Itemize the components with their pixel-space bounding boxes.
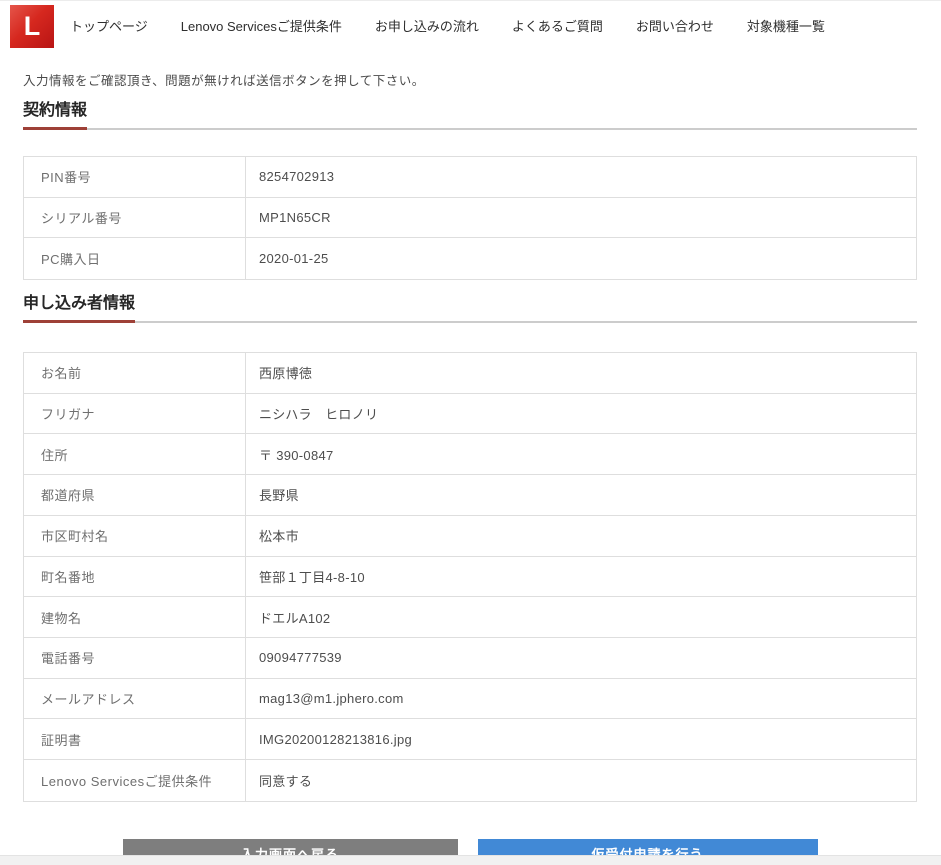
footer-strip xyxy=(0,855,941,865)
header: L トップページ Lenovo Servicesご提供条件 お申し込みの流れ よくある… xyxy=(0,1,941,56)
table-row: 市区町村名松本市 xyxy=(24,516,916,557)
row-label: Lenovo Servicesご提供条件 xyxy=(24,760,246,801)
contract-info-table: PIN番号8254702913シリアル番号MP1N65CRPC購入日2020-0… xyxy=(23,156,917,280)
row-value: 長野県 xyxy=(246,475,916,515)
nav-item[interactable]: お申し込みの流れ xyxy=(375,16,479,35)
row-label: 証明書 xyxy=(24,719,246,759)
table-row: 都道府県長野県 xyxy=(24,475,916,516)
row-label: シリアル番号 xyxy=(24,198,246,238)
nav-item[interactable]: お問い合わせ xyxy=(636,16,714,35)
main-nav: トップページ Lenovo Servicesご提供条件 お申し込みの流れ よくあるご質… xyxy=(70,16,858,35)
table-row: PC購入日2020-01-25 xyxy=(24,238,916,279)
applicant-info-title-text: 申し込み者情報 xyxy=(23,296,135,323)
row-label: 電話番号 xyxy=(24,638,246,678)
table-row: 証明書IMG20200128213816.jpg xyxy=(24,719,916,760)
row-value: MP1N65CR xyxy=(246,198,916,238)
row-value: ニシハラ ヒロノリ xyxy=(246,394,916,434)
row-value: 8254702913 xyxy=(246,157,916,197)
table-row: 住所〒 390-0847 xyxy=(24,434,916,475)
row-value: 同意する xyxy=(246,760,916,801)
row-value: 2020-01-25 xyxy=(246,238,916,279)
contract-info-title: 契約情報 xyxy=(23,103,917,130)
row-value: ドエルA102 xyxy=(246,597,916,637)
nav-item[interactable]: よくあるご質問 xyxy=(512,16,603,35)
table-row: フリガナニシハラ ヒロノリ xyxy=(24,394,916,435)
row-value: IMG20200128213816.jpg xyxy=(246,719,916,759)
table-row: お名前西原博徳 xyxy=(24,353,916,394)
applicant-info-title: 申し込み者情報 xyxy=(23,296,917,323)
table-row: 建物名ドエルA102 xyxy=(24,597,916,638)
row-value: mag13@m1.jphero.com xyxy=(246,679,916,719)
row-value: 松本市 xyxy=(246,516,916,556)
table-row: シリアル番号MP1N65CR xyxy=(24,198,916,239)
row-label: メールアドレス xyxy=(24,679,246,719)
row-value: 09094777539 xyxy=(246,638,916,678)
nav-item[interactable]: 対象機種一覧 xyxy=(747,16,825,35)
row-label: 住所 xyxy=(24,434,246,474)
row-label: 町名番地 xyxy=(24,557,246,597)
lenovo-logo-letter: L xyxy=(24,11,41,42)
row-label: 都道府県 xyxy=(24,475,246,515)
row-label: お名前 xyxy=(24,353,246,393)
instruction-text: 入力情報をご確認頂き、問題が無ければ送信ボタンを押して下さい。 xyxy=(23,70,917,89)
nav-item[interactable]: トップページ xyxy=(70,16,148,35)
table-row: PIN番号8254702913 xyxy=(24,157,916,198)
row-value: 西原博徳 xyxy=(246,353,916,393)
row-label: PC購入日 xyxy=(24,238,246,279)
row-value: 笹部１丁目4-8-10 xyxy=(246,557,916,597)
table-row: メールアドレスmag13@m1.jphero.com xyxy=(24,679,916,720)
row-label: フリガナ xyxy=(24,394,246,434)
nav-item[interactable]: Lenovo Servicesご提供条件 xyxy=(181,16,342,35)
row-value: 〒 390-0847 xyxy=(246,434,916,474)
contract-info-title-text: 契約情報 xyxy=(23,103,87,130)
table-row: Lenovo Servicesご提供条件同意する xyxy=(24,760,916,801)
lenovo-logo[interactable]: L xyxy=(10,5,54,48)
main-content: 入力情報をご確認頂き、問題が無ければ送信ボタンを押して下さい。 契約情報 PIN… xyxy=(0,70,941,865)
row-label: 建物名 xyxy=(24,597,246,637)
applicant-info-table: お名前西原博徳フリガナニシハラ ヒロノリ住所〒 390-0847都道府県長野県市… xyxy=(23,352,917,802)
row-label: PIN番号 xyxy=(24,157,246,197)
table-row: 町名番地笹部１丁目4-8-10 xyxy=(24,557,916,598)
table-row: 電話番号09094777539 xyxy=(24,638,916,679)
row-label: 市区町村名 xyxy=(24,516,246,556)
